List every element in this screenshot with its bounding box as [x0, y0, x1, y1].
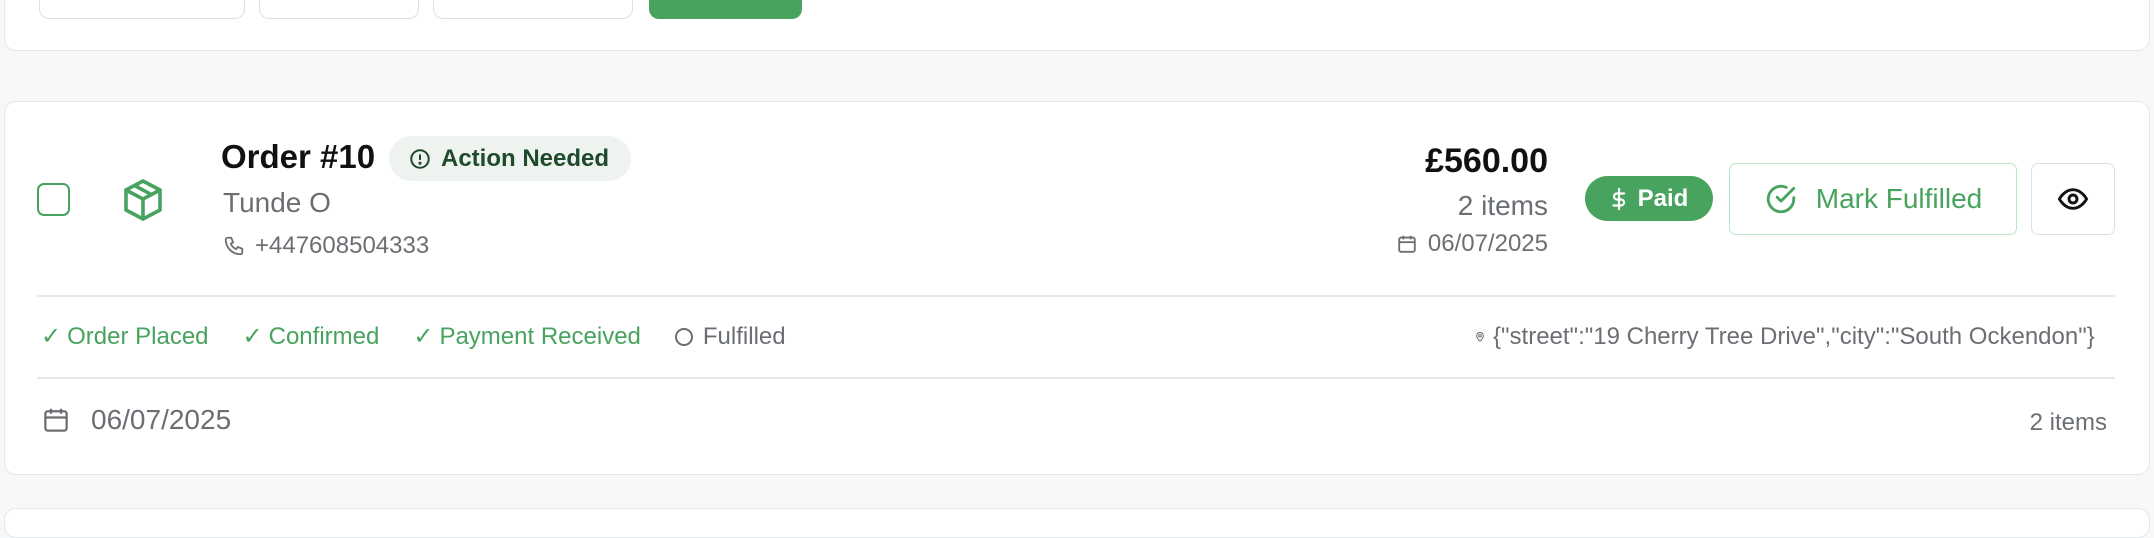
calendar-icon — [1398, 235, 1416, 253]
order-amount: £560.00 — [1425, 142, 1548, 180]
dollar-icon — [1612, 187, 1625, 210]
footer-date: 06/07/2025 — [41, 404, 231, 436]
check-circle-icon — [1766, 184, 1795, 214]
progress-step-label: Fulfilled — [702, 322, 786, 350]
check-icon: ✓ — [242, 323, 263, 350]
progress-step-label: Confirmed — [268, 322, 380, 350]
phone-icon — [224, 236, 244, 256]
progress-step-label: Order Placed — [67, 322, 209, 350]
shipping-address-text: {"street":"19 Cherry Tree Drive","city":… — [1493, 323, 2095, 350]
check-icon: ✓ — [413, 323, 434, 350]
mark-fulfilled-button[interactable]: Mark Fulfilled — [1729, 163, 2017, 235]
previous-order-card — [4, 0, 2150, 51]
calendar-icon — [44, 408, 68, 432]
package-icon — [124, 179, 162, 221]
eye-icon — [2057, 188, 2089, 210]
order-title: Order #10 — [221, 138, 376, 175]
previous-card-button[interactable] — [259, 0, 419, 19]
shipping-address: {"street":"19 Cherry Tree Drive","city":… — [1475, 323, 2115, 351]
order-date: 06/07/2025 — [1396, 230, 1548, 258]
previous-card-button[interactable] — [39, 0, 245, 19]
next-order-card — [4, 508, 2150, 538]
customer-name: Tunde O — [223, 187, 331, 218]
order-item-count: 2 items — [1457, 190, 1548, 221]
payment-status-badge: Paid — [1585, 176, 1713, 221]
progress-step-fulfilled: Fulfilled — [674, 322, 786, 351]
status-badge-label: Action Needed — [441, 144, 610, 172]
progress-step-label: Payment Received — [439, 322, 641, 350]
map-pin-icon — [1476, 331, 1484, 342]
view-order-button[interactable] — [2031, 163, 2115, 235]
previous-card-primary-button[interactable] — [649, 0, 802, 19]
divider — [37, 295, 2115, 297]
payment-status-label: Paid — [1637, 184, 1689, 212]
order-select-checkbox[interactable] — [37, 183, 70, 216]
order-card: Order #10 Action Needed Tunde O +4476085… — [4, 101, 2150, 475]
progress-step-confirmed: ✓ Confirmed — [243, 322, 380, 351]
divider — [37, 377, 2115, 379]
check-icon: ✓ — [41, 323, 62, 350]
customer-phone: +447608504333 — [223, 232, 429, 260]
pending-circle-icon — [674, 327, 693, 346]
footer-item-count: 2 items — [2029, 409, 2107, 436]
footer-date-text: 06/07/2025 — [91, 404, 232, 435]
fulfillment-progress: ✓ Order Placed ✓ Confirmed ✓ Payment Rec… — [41, 322, 786, 351]
status-badge: Action Needed — [389, 136, 632, 181]
alert-circle-icon — [410, 148, 430, 169]
phone-number: +447608504333 — [255, 232, 430, 259]
progress-step-order-placed: ✓ Order Placed — [41, 322, 209, 351]
progress-step-payment-received: ✓ Payment Received — [413, 322, 641, 351]
order-date-text: 06/07/2025 — [1427, 230, 1548, 257]
previous-card-button[interactable] — [433, 0, 633, 19]
mark-fulfilled-label: Mark Fulfilled — [1815, 183, 1983, 214]
